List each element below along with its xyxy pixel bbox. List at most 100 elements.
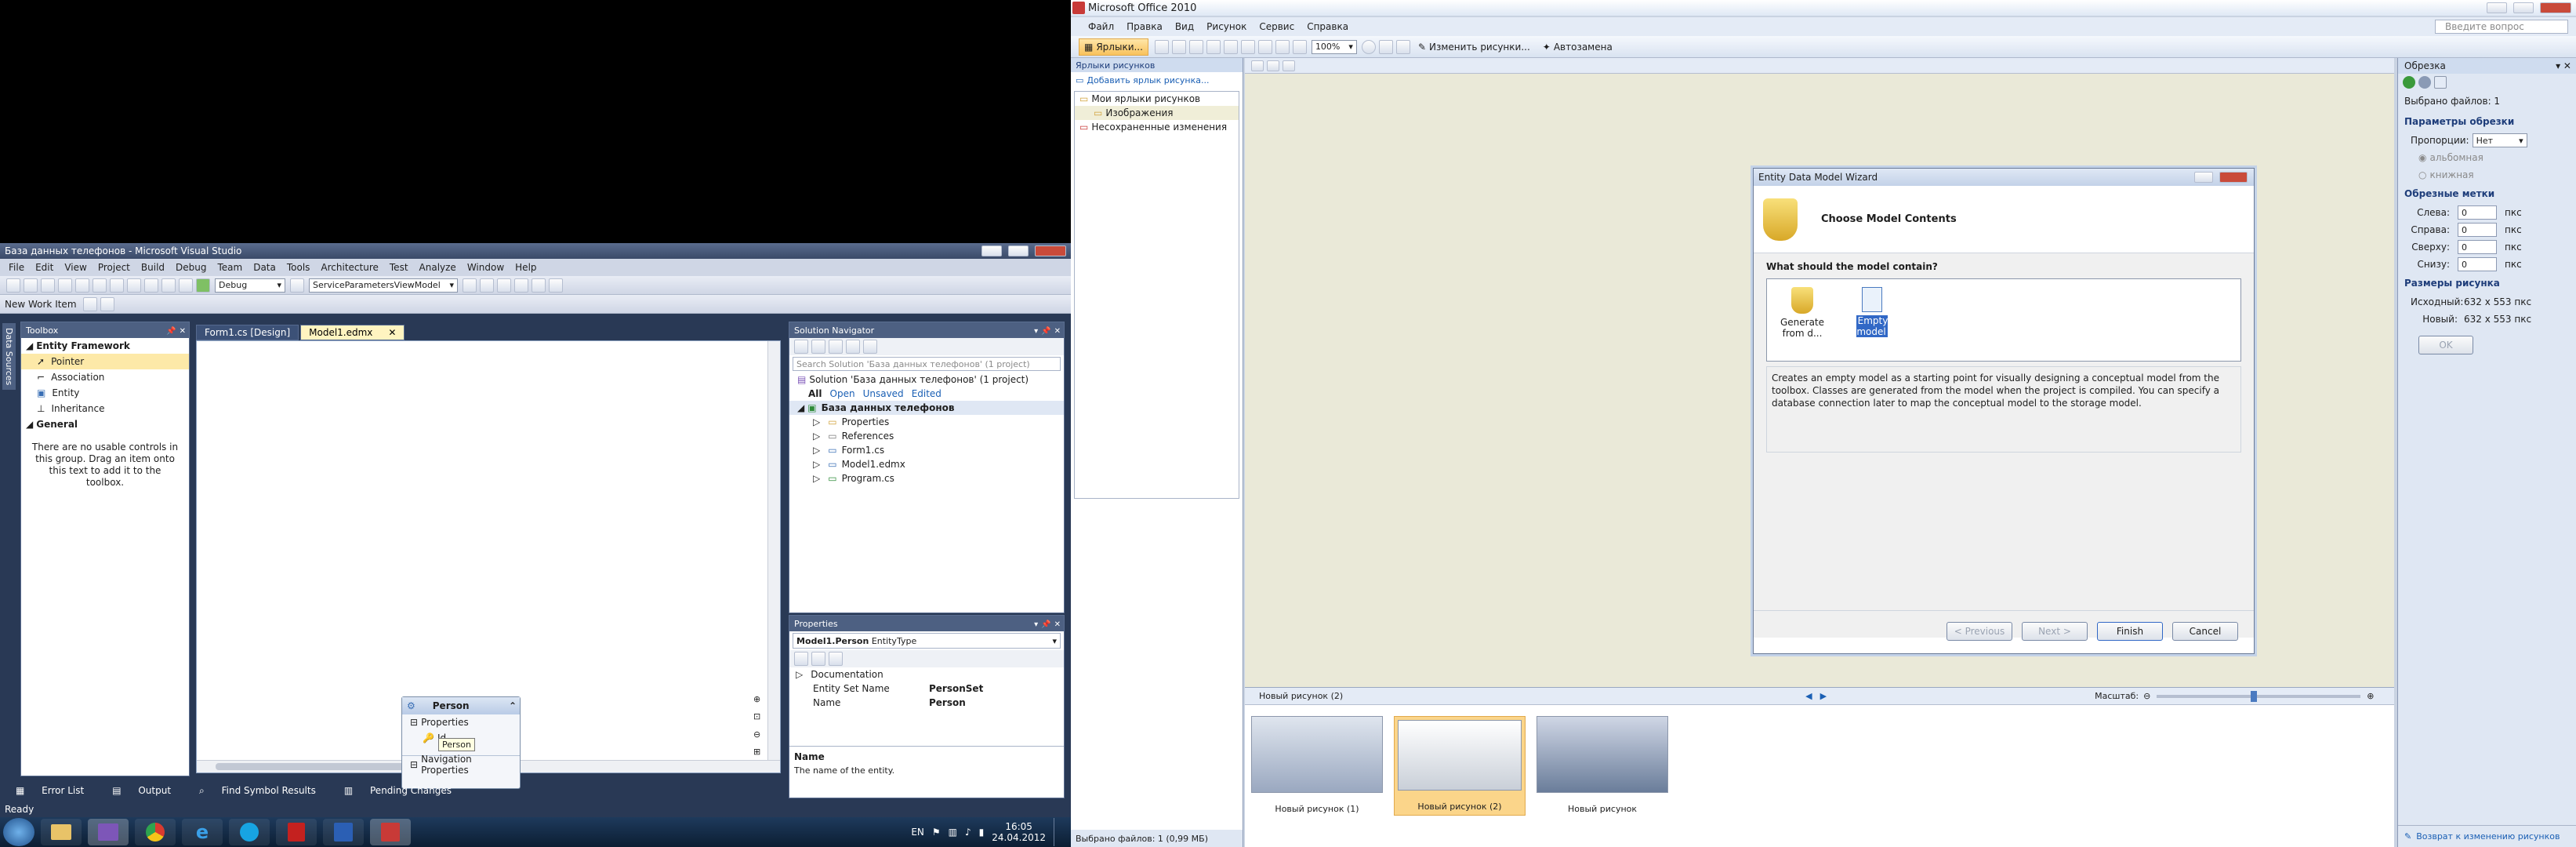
crop-left-input[interactable]: 0 [2458, 205, 2497, 220]
menu-team[interactable]: Team [212, 262, 248, 273]
copy-icon[interactable] [1223, 39, 1238, 54]
menu-architecture[interactable]: Architecture [315, 262, 383, 273]
delete-icon[interactable] [1257, 39, 1272, 54]
single-view-icon[interactable] [1283, 60, 1295, 71]
pin-icon[interactable]: 📌 [166, 327, 176, 336]
new-project-icon[interactable] [6, 278, 20, 293]
tree-item-properties[interactable]: ▷ ▭ Properties [789, 415, 1064, 429]
taskbar-acrobat[interactable] [276, 819, 317, 845]
rotate-left-icon[interactable] [1378, 39, 1393, 54]
filter-unsaved[interactable]: Unsaved [863, 388, 904, 399]
data-sources-tab[interactable]: Data Sources [2, 323, 16, 391]
properties-icon[interactable] [480, 278, 494, 293]
close-button[interactable] [1035, 245, 1066, 256]
tab-model1-edmx[interactable]: Model1.edmx ✕ [300, 325, 405, 340]
entity-shape-person[interactable]: ⚙ Person ⌃ ⊟Properties 🔑Id ⊟Navigation P… [401, 696, 521, 789]
new-work-item-button[interactable]: New Work Item [5, 299, 77, 310]
network-icon[interactable]: ▥ [949, 827, 957, 838]
property-row[interactable]: Entity Set Name PersonSet [789, 682, 1064, 696]
tree-unsaved-changes[interactable]: ▭ Несохраненные изменения [1075, 120, 1239, 134]
menu-analyze[interactable]: Analyze [414, 262, 462, 273]
dropdown-icon[interactable]: ▾ [1034, 327, 1038, 336]
platform-combo[interactable]: ServiceParametersViewModel ▾ [309, 278, 458, 293]
save-icon[interactable] [58, 278, 72, 293]
menu-data[interactable]: Data [248, 262, 281, 273]
maximize-button[interactable] [1008, 245, 1029, 256]
start-debug-icon[interactable] [196, 278, 210, 293]
help-icon[interactable] [1361, 39, 1376, 54]
paste-icon[interactable] [1240, 39, 1255, 54]
help-button[interactable] [2194, 172, 2213, 183]
tree-my-shortcuts[interactable]: ▭ Мои ярлыки рисунков [1075, 92, 1239, 106]
clock[interactable]: 16:05 24.04.2012 [992, 821, 1046, 843]
menu-test[interactable]: Test [384, 262, 414, 273]
proportions-select[interactable]: Нет ▾ [2472, 133, 2527, 147]
entity-navigation-properties[interactable]: ⊟ Navigation Properties [402, 754, 520, 776]
taskbar-word[interactable] [323, 819, 364, 845]
solution-root[interactable]: ▤ Solution 'База данных телефонов' (1 pro… [789, 373, 1064, 387]
taskbar-explorer[interactable] [41, 819, 82, 845]
question-input[interactable]: Введите вопрос [2435, 20, 2568, 34]
menu-edit[interactable]: Правка [1120, 21, 1169, 32]
zoom-slider[interactable] [2157, 690, 2361, 702]
autocorrect-button[interactable]: ✦ Автозамена [1543, 42, 1613, 53]
menu-view[interactable]: View [59, 262, 92, 273]
toolbox-item-inheritance[interactable]: ⊥ Inheritance [21, 401, 189, 416]
tree-images[interactable]: ▭ Изображения [1075, 106, 1239, 120]
zoom-in-icon[interactable]: ⊕ [753, 694, 766, 704]
cut-icon[interactable] [93, 278, 107, 293]
landscape-radio[interactable]: ◉ альбомная [2398, 149, 2576, 166]
alphabetical-icon[interactable] [811, 652, 825, 666]
zoom-combo[interactable]: 100% ▾ [1311, 39, 1357, 54]
menu-picture[interactable]: Рисунок [1200, 21, 1253, 32]
menu-project[interactable]: Project [93, 262, 136, 273]
next-picture-icon[interactable]: ▶ [1820, 691, 1827, 701]
menu-help[interactable]: Help [510, 262, 542, 273]
fit-icon[interactable]: ⊞ [753, 747, 766, 757]
taskbar-ie[interactable]: e [182, 819, 223, 845]
refresh-icon[interactable] [100, 296, 114, 311]
find-symbol-results-tab[interactable]: ⌕ Find Symbol Results [199, 785, 330, 797]
menu-file[interactable]: File [3, 262, 30, 273]
forward-icon[interactable] [2418, 76, 2431, 89]
error-list-tab[interactable]: ▦ Error List [16, 785, 98, 796]
add-shortcut-link[interactable]: ▭ Добавить ярлык рисунка... [1071, 72, 1243, 88]
filter-edited[interactable]: Edited [912, 388, 942, 399]
tree-item-form1[interactable]: ▷ ▭ Form1.cs [789, 443, 1064, 457]
crop-top-input[interactable]: 0 [2458, 240, 2497, 254]
show-desktop-button[interactable] [1054, 818, 1063, 846]
zoom-out-icon[interactable]: ⊖ [2143, 691, 2150, 701]
menu-edit[interactable]: Edit [30, 262, 59, 273]
crop-bottom-input[interactable]: 0 [2458, 257, 2497, 271]
property-row[interactable]: Name Person [789, 696, 1064, 710]
close-button[interactable] [2540, 2, 2571, 13]
vertical-scrollbar[interactable] [767, 341, 780, 772]
toolbox-group-general[interactable]: ◢ General [21, 416, 189, 432]
menu-build[interactable]: Build [136, 262, 170, 273]
solution-search-input[interactable]: Search Solution 'База данных телефонов' … [793, 357, 1061, 371]
language-indicator[interactable]: EN [911, 827, 924, 838]
pin-icon[interactable]: 📌 [1041, 327, 1050, 336]
entity-header[interactable]: ⚙ Person ⌃ [402, 697, 520, 714]
tree-item-references[interactable]: ▷ ▭ References [789, 429, 1064, 443]
option-generate-from-database[interactable]: Generate from d... [1775, 287, 1830, 353]
solution-explorer-icon[interactable] [463, 278, 477, 293]
menu-help[interactable]: Справка [1301, 21, 1355, 32]
categorized-icon[interactable] [794, 652, 808, 666]
output-tab[interactable]: ▤ Output [112, 785, 185, 796]
pin-icon[interactable]: 📌 [1041, 620, 1050, 629]
home-icon[interactable] [794, 340, 808, 354]
thumbnail-item[interactable]: Новый рисунок (1) [1251, 716, 1383, 816]
taskbar-skype[interactable] [229, 819, 270, 845]
close-button[interactable] [2219, 172, 2248, 183]
rotate-right-icon[interactable] [1395, 39, 1410, 54]
close-icon[interactable]: ▾ ✕ [2556, 60, 2571, 71]
finish-button[interactable]: Finish [2097, 622, 2163, 641]
config-combo[interactable]: Debug ▾ [215, 278, 285, 293]
previous-button[interactable]: < Previous [1947, 622, 2012, 641]
redo-icon[interactable] [161, 278, 176, 293]
export-icon[interactable] [1188, 39, 1203, 54]
collapse-all-icon[interactable] [811, 340, 825, 354]
project-node[interactable]: ◢ ▣ База данных телефонов [789, 401, 1064, 415]
dropdown-icon[interactable]: ▾ [1034, 620, 1038, 629]
